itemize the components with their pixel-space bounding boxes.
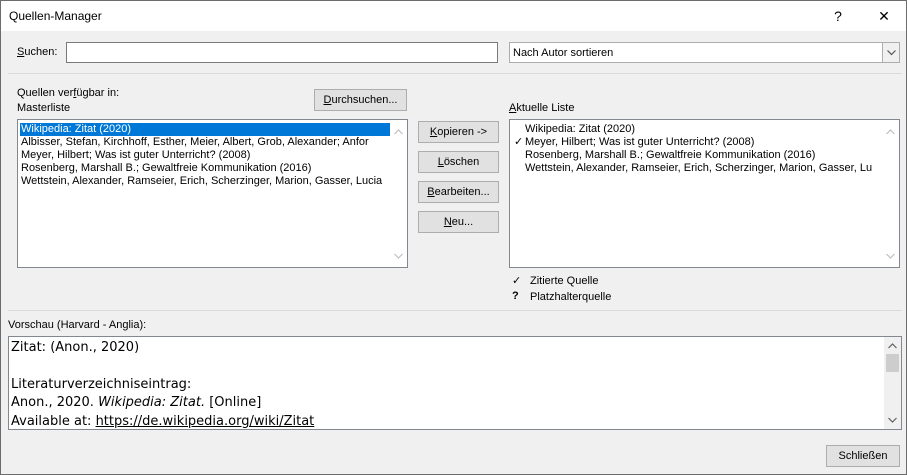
dropdown-arrow-button[interactable] [882, 43, 899, 62]
scroll-down-icon[interactable] [390, 247, 407, 264]
dialog-window: Quellen-Manager ? ✕ Suchen: Nach Autor s… [0, 0, 907, 475]
sources-available-label: Quellen verfügbar in: [17, 87, 120, 99]
preview-bibliography-heading: Literaturverzeichniseintrag: [11, 377, 192, 392]
sort-select-value: Nach Autor sortieren [513, 47, 614, 59]
list-item[interactable]: Wettstein, Alexander, Ramseier, Erich, S… [21, 175, 382, 188]
check-icon: ✓ [514, 136, 524, 148]
help-icon: ? [834, 8, 842, 24]
list-item[interactable]: ✓ Meyer, Hilbert; Was ist guter Unterrich… [514, 136, 754, 149]
preview-url-link[interactable]: https://de.wikipedia.org/wiki/Zitat [96, 414, 315, 429]
window-title: Quellen-Manager [9, 9, 102, 23]
list-item[interactable]: Meyer, Hilbert; Was ist guter Unterricht… [21, 149, 250, 162]
scroll-down-icon[interactable] [884, 413, 901, 427]
sort-select[interactable]: Nach Autor sortieren [509, 42, 900, 63]
master-list-scrollbar[interactable] [390, 120, 407, 267]
list-item[interactable]: Albisser, Stefan, Kirchhoff, Esther, Mei… [21, 136, 369, 149]
delete-button[interactable]: Löschen [418, 151, 499, 173]
list-item[interactable]: Wikipedia: Zitat (2020) [514, 123, 635, 136]
preview-bibliography-entry: Anon., 2020. Wikipedia: Zitat. [Online] [11, 395, 262, 410]
list-item[interactable]: Wikipedia: Zitat (2020) [20, 123, 390, 136]
scroll-up-icon[interactable] [884, 339, 901, 353]
scroll-down-icon[interactable] [882, 247, 899, 264]
list-item[interactable]: Wettstein, Alexander, Ramseier, Erich, S… [514, 162, 872, 175]
placeholder-source-label: Platzhalterquelle [530, 291, 612, 303]
search-input[interactable] [66, 42, 498, 63]
close-button[interactable]: Schließen [826, 445, 900, 467]
scroll-up-icon[interactable] [390, 123, 407, 140]
preview-citation: Zitat: (Anon., 2020) [11, 340, 140, 355]
chevron-down-icon [886, 49, 896, 55]
title-bar: Quellen-Manager ? ✕ [1, 1, 906, 31]
new-button[interactable]: Neu... [418, 211, 499, 233]
check-icon: ✓ [512, 275, 522, 287]
question-mark-icon: ? [512, 290, 519, 302]
list-item[interactable]: Rosenberg, Marshall B.; Gewaltfreie Komm… [514, 149, 815, 162]
cited-source-label: Zitierte Quelle [530, 275, 599, 287]
current-list-label: Aktuelle Liste [509, 102, 575, 114]
search-label: Suchen: [17, 46, 58, 58]
scroll-thumb[interactable] [886, 354, 899, 372]
separator [8, 310, 902, 311]
current-list[interactable]: Wikipedia: Zitat (2020) ✓ Meyer, Hilbert;… [509, 119, 900, 268]
help-button[interactable]: ? [815, 1, 861, 31]
browse-button[interactable]: Durchsuchen... [314, 89, 407, 111]
separator [8, 73, 902, 74]
master-list-label: Masterliste [17, 102, 71, 114]
scroll-up-icon[interactable] [882, 123, 899, 140]
preview-pane[interactable]: Zitat: (Anon., 2020) Literaturverzeichni… [8, 336, 902, 430]
master-list[interactable]: Wikipedia: Zitat (2020) Albisser, Stefan… [17, 119, 408, 268]
copy-button[interactable]: Kopieren -> [418, 121, 499, 143]
list-item[interactable]: Rosenberg, Marshall B.; Gewaltfreie Komm… [21, 162, 311, 175]
current-list-scrollbar[interactable] [882, 120, 899, 267]
edit-button[interactable]: Bearbeiten... [418, 181, 499, 203]
close-icon: ✕ [878, 7, 890, 24]
preview-label: Vorschau (Harvard - Anglia): [8, 319, 147, 331]
close-window-button[interactable]: ✕ [861, 1, 907, 31]
preview-url-line: Available at: https://de.wikipedia.org/w… [11, 414, 315, 429]
preview-scrollbar[interactable] [884, 337, 901, 429]
